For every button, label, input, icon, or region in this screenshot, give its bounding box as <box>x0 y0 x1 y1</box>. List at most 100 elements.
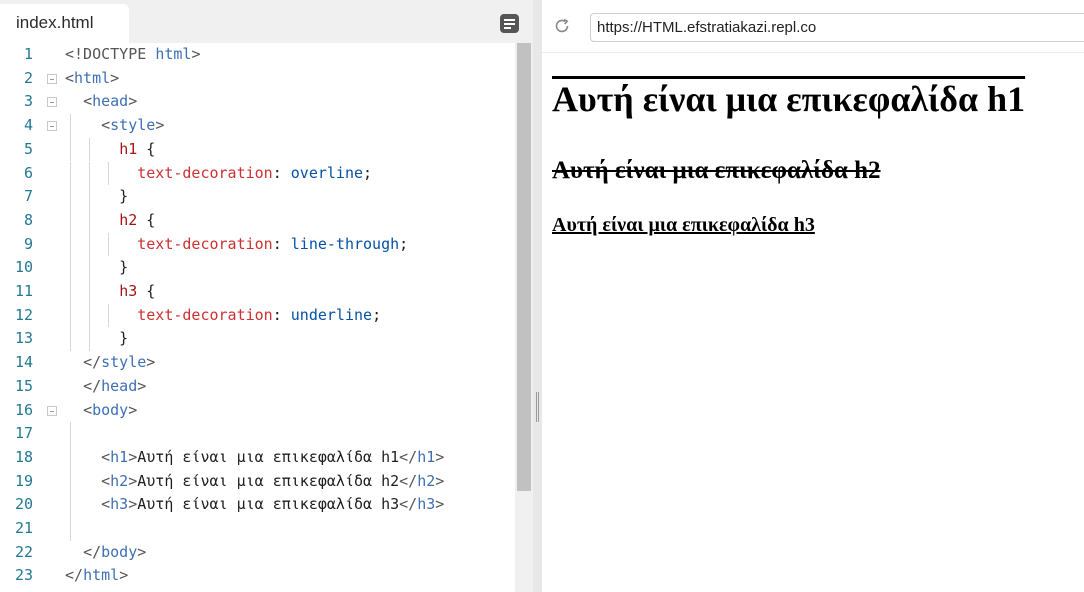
file-tab-index-html[interactable]: index.html <box>0 4 129 43</box>
reload-icon[interactable] <box>554 18 570 34</box>
editor-scrollbar-thumb[interactable] <box>517 43 531 491</box>
code-line[interactable]: 22 </body> <box>0 541 515 565</box>
line-number: 23 <box>14 566 33 585</box>
code-text: <h1>Αυτή είναι μια επικεφαλίδα h1</h1> <box>65 446 444 470</box>
code-token: : <box>272 163 291 182</box>
fold-toggle-icon[interactable] <box>47 121 57 132</box>
code-token: h3 <box>417 495 436 514</box>
code-text: </html> <box>65 564 128 588</box>
code-token: > <box>128 471 138 490</box>
editor-tab-bar: index.html <box>0 0 533 43</box>
code-token: text-decoration <box>137 305 273 324</box>
code-text: </head> <box>65 375 146 399</box>
code-token: </ <box>65 566 84 585</box>
code-token: head <box>101 376 138 395</box>
line-number: 3 <box>23 92 33 111</box>
code-line[interactable]: 4 <style> <box>0 114 515 138</box>
code-line[interactable]: 2 <html> <box>0 67 515 91</box>
code-line[interactable]: 3 <head> <box>0 90 515 114</box>
code-line[interactable]: 18 <h1>Αυτή είναι μια επικεφαλίδα h1</h1… <box>0 445 515 470</box>
code-token: > <box>155 116 165 135</box>
code-token: body <box>101 542 138 561</box>
code-text: text-decoration: underline; <box>65 304 381 328</box>
menu-icon[interactable] <box>500 14 519 33</box>
code-token: h2 <box>119 210 138 229</box>
code-token: > <box>137 542 147 561</box>
address-bar: https://HTML.efstratiakazi.repl.co <box>542 0 1084 53</box>
line-number: 22 <box>14 542 33 561</box>
code-line[interactable]: 21 <box>0 517 515 541</box>
code-line[interactable]: 16 <body> <box>0 399 515 423</box>
code-text: text-decoration: overline; <box>65 162 372 186</box>
code-token: { <box>137 139 156 158</box>
line-number: 21 <box>14 519 33 537</box>
fold-toggle-icon[interactable] <box>47 73 57 84</box>
code-line[interactable]: 17 <box>0 422 515 446</box>
code-line[interactable]: 20 <h3>Αυτή είναι μια επικεφαλίδα h3</h3… <box>0 493 515 517</box>
code-token: Αυτή είναι μια επικεφαλίδα h1 <box>137 447 400 466</box>
code-text: </style> <box>65 351 155 375</box>
line-number: 10 <box>14 258 33 277</box>
code-line[interactable]: 11 h3 { <box>0 280 515 304</box>
code-token: > <box>128 400 138 419</box>
line-number: 17 <box>14 424 33 443</box>
code-token: < <box>83 400 93 419</box>
code-token: underline <box>290 305 373 324</box>
code-token: } <box>65 258 129 277</box>
url-input[interactable]: https://HTML.efstratiakazi.repl.co <box>590 13 1084 42</box>
code-token: : <box>272 234 291 253</box>
code-text: } <box>65 256 128 280</box>
code-line[interactable]: 10 } <box>0 256 515 280</box>
code-token: html <box>74 68 111 87</box>
line-number: 15 <box>14 376 33 395</box>
line-number: 12 <box>14 305 33 324</box>
code-token: > <box>128 495 138 514</box>
code-token: h3 <box>119 282 138 300</box>
code-token: { <box>137 282 156 300</box>
code-token: <!DOCTYPE <box>65 45 156 63</box>
code-line[interactable]: 9 text-decoration: line-through; <box>0 232 515 257</box>
code-line[interactable]: 14 </style> <box>0 351 515 375</box>
code-line[interactable]: 7 } <box>0 185 515 209</box>
editor-scrollbar[interactable] <box>515 43 533 592</box>
pane-splitter[interactable] <box>533 0 542 592</box>
code-line[interactable]: 12 text-decoration: underline; <box>0 303 515 328</box>
code-line[interactable]: 19 <h2>Αυτή είναι μια επικεφαλίδα h2</h2… <box>0 469 515 494</box>
code-token: > <box>191 45 201 63</box>
code-token: < <box>83 92 93 111</box>
code-token: > <box>128 92 138 111</box>
code-token: text-decoration <box>137 163 273 182</box>
code-token: </ <box>399 447 418 466</box>
code-token: h1 <box>417 447 436 466</box>
code-token: line-through <box>290 234 400 253</box>
code-token: head <box>92 92 129 111</box>
code-line[interactable]: 13 } <box>0 327 515 352</box>
code-token: h1 <box>119 139 138 158</box>
preview-pane: https://HTML.efstratiakazi.repl.co Αυτή … <box>542 0 1084 592</box>
fold-toggle-icon[interactable] <box>47 97 57 108</box>
code-token: < <box>101 116 111 135</box>
preview-heading-h1: Αυτή είναι μια επικεφαλίδα h1 <box>552 79 1026 119</box>
code-editor[interactable]: 1 <!DOCTYPE html> 2 <html> 3 <head> 4 <style>… <box>0 43 515 592</box>
code-token: style <box>101 353 147 372</box>
code-line[interactable]: 23 </html> <box>0 564 515 588</box>
code-line[interactable]: 8 h2 { <box>0 208 515 233</box>
code-token: > <box>119 566 129 585</box>
code-line[interactable]: 15 </head> <box>0 375 515 399</box>
line-number: 19 <box>14 471 33 490</box>
code-text: h3 { <box>65 280 155 304</box>
fold-toggle-icon[interactable] <box>47 405 57 416</box>
code-line[interactable]: 1 <!DOCTYPE html> <box>0 43 515 67</box>
code-token: </ <box>399 471 418 490</box>
line-number: 9 <box>23 234 33 253</box>
code-token: h2 <box>110 471 129 490</box>
code-text: </body> <box>65 541 146 565</box>
code-line[interactable]: 5 h1 { <box>0 137 515 162</box>
code-line[interactable]: 6 text-decoration: overline; <box>0 161 515 186</box>
code-token: </ <box>399 495 418 514</box>
line-number: 13 <box>14 329 33 348</box>
